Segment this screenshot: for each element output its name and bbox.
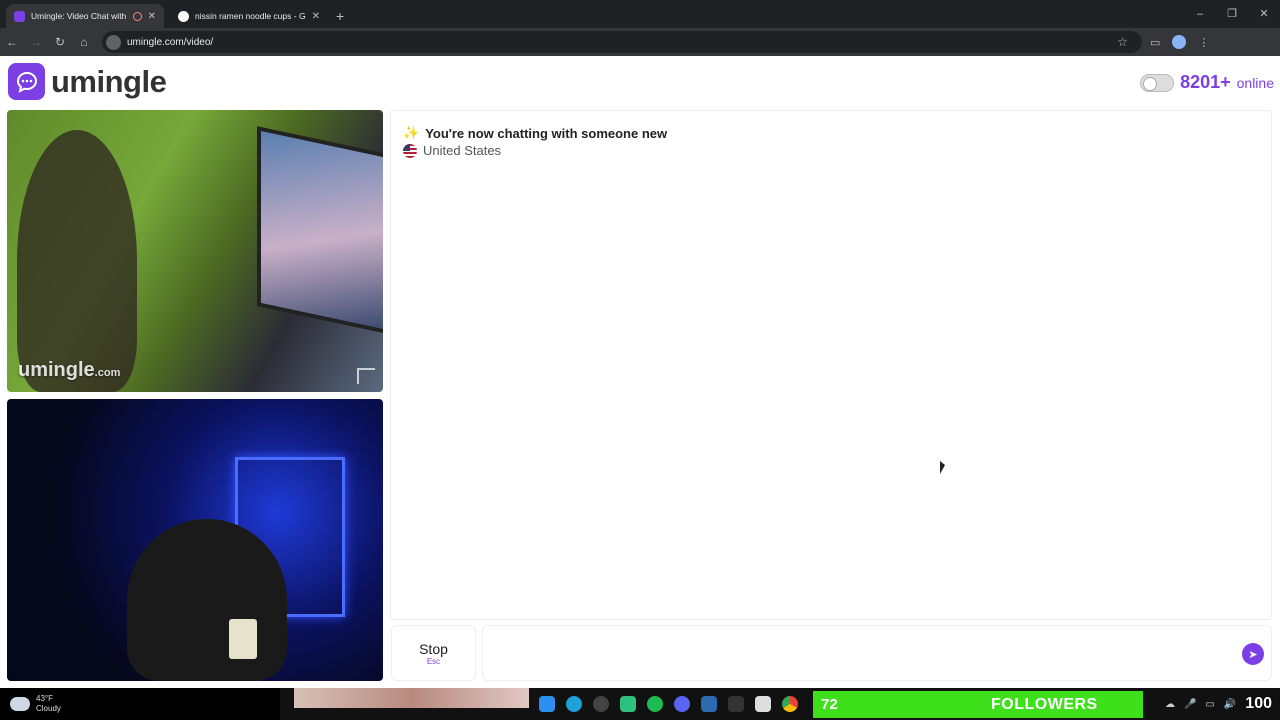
logo-text: umingle	[51, 63, 167, 99]
followers-count: 72	[821, 696, 838, 713]
reload-button[interactable]: ↻	[48, 35, 72, 49]
video-scene-monitor	[257, 126, 383, 334]
restore-button[interactable]: ❐	[1216, 0, 1248, 28]
system-message: ✨ You're now chatting with someone new	[403, 125, 667, 141]
stop-label: Stop	[419, 640, 448, 657]
partner-country: United States	[403, 143, 501, 158]
tray-badge: 100	[1245, 695, 1272, 712]
chat-bubble-logo-icon	[8, 63, 45, 100]
tab-google-search[interactable]: nissin ramen noodle cups - Goo ✕	[170, 4, 328, 28]
window-controls: – ❐ ✕	[1184, 0, 1280, 28]
theme-toggle[interactable]	[1140, 73, 1175, 92]
browser-tab-bar: Umingle: Video Chat with S ✕ nissin rame…	[0, 0, 1280, 28]
stop-button[interactable]: Stop Esc	[391, 625, 476, 681]
new-tab-button[interactable]: +	[336, 8, 344, 24]
site-info-icon[interactable]	[106, 34, 121, 50]
weather-desc: Cloudy	[36, 704, 61, 713]
system-tray: ☁ 🎤 ▭ 🔊 100	[1165, 688, 1272, 720]
onedrive-icon[interactable]: ☁	[1165, 699, 1175, 710]
taskbar-apps	[539, 696, 798, 712]
menu-kebab-icon[interactable]: ⋮	[1198, 36, 1209, 49]
home-button[interactable]: ⌂	[72, 35, 96, 49]
browser-toolbar: ← → ↻ ⌂ umingle.com/video/ ☆ ▭ ⋮	[0, 28, 1280, 56]
spotify-icon[interactable]	[647, 696, 663, 712]
minimize-button[interactable]: –	[1184, 0, 1216, 28]
back-button[interactable]: ←	[0, 35, 24, 49]
online-status: 8201+ online	[1140, 72, 1274, 93]
address-bar[interactable]: umingle.com/video/ ☆	[102, 31, 1142, 53]
cloudy-weather-icon	[10, 697, 30, 711]
forward-button[interactable]: →	[24, 35, 48, 49]
online-count: 8201+	[1180, 72, 1231, 92]
stop-shortcut-hint: Esc	[426, 656, 441, 666]
obs-icon[interactable]	[593, 696, 609, 712]
followers-label: FOLLOWERS	[991, 695, 1098, 713]
video-scene-cup	[229, 619, 257, 659]
mouse-cursor-icon	[940, 461, 945, 474]
chrome-icon[interactable]	[782, 696, 798, 712]
weather-temp: 43°F	[36, 694, 53, 703]
start-icon[interactable]	[539, 696, 555, 712]
network-icon[interactable]: ▭	[1205, 699, 1214, 710]
cast-icon[interactable]: ▭	[1150, 36, 1160, 49]
app-dark-icon[interactable]	[728, 696, 744, 712]
system-message-text: You're now chatting with someone new	[425, 125, 668, 141]
chat-panel: ✨ You're now chatting with someone new U…	[390, 110, 1272, 620]
url-text: umingle.com/video/	[127, 36, 214, 48]
profile-avatar[interactable]	[1172, 35, 1187, 49]
app-green-icon[interactable]	[620, 696, 636, 712]
stranger-video: umingle.com	[7, 110, 383, 392]
microphone-icon[interactable]: 🎤	[1184, 699, 1196, 710]
close-tab-icon[interactable]: ✕	[148, 11, 156, 22]
app-white-icon[interactable]	[755, 696, 771, 712]
video-scene-person	[127, 519, 287, 681]
bookmark-star-icon[interactable]: ☆	[1117, 35, 1128, 49]
site-logo[interactable]: umingle	[8, 63, 167, 100]
send-icon: ➤	[1248, 648, 1258, 661]
send-button[interactable]: ➤	[1242, 643, 1264, 665]
message-input[interactable]: ➤	[482, 625, 1272, 681]
volume-icon[interactable]: 🔊	[1224, 699, 1236, 710]
video-scene-person	[17, 130, 137, 392]
followers-overlay: 72 FOLLOWERS	[813, 691, 1143, 718]
us-flag-icon	[403, 143, 417, 158]
recording-icon	[132, 11, 142, 21]
app-blue-icon[interactable]	[701, 696, 717, 712]
report-flag-icon[interactable]	[357, 368, 375, 384]
weather-widget[interactable]: 43°F Cloudy	[0, 688, 280, 720]
umingle-watermark: umingle.com	[18, 359, 121, 381]
tab-title: Umingle: Video Chat with S	[31, 11, 127, 21]
overlay-cam-strip	[294, 688, 529, 708]
country-name: United States	[423, 143, 502, 158]
close-tab-icon[interactable]: ✕	[312, 11, 320, 22]
close-window-button[interactable]: ✕	[1248, 0, 1280, 28]
umingle-favicon-icon	[14, 10, 25, 22]
discord-icon[interactable]	[674, 696, 690, 712]
tab-umingle[interactable]: Umingle: Video Chat with S ✕	[6, 4, 164, 28]
google-favicon-icon	[178, 10, 189, 22]
sparkles-icon: ✨	[403, 125, 420, 140]
self-video	[7, 399, 383, 681]
tab-title: nissin ramen noodle cups - Goo	[195, 11, 306, 21]
online-label: online	[1236, 74, 1274, 91]
edge-icon[interactable]	[566, 696, 582, 712]
